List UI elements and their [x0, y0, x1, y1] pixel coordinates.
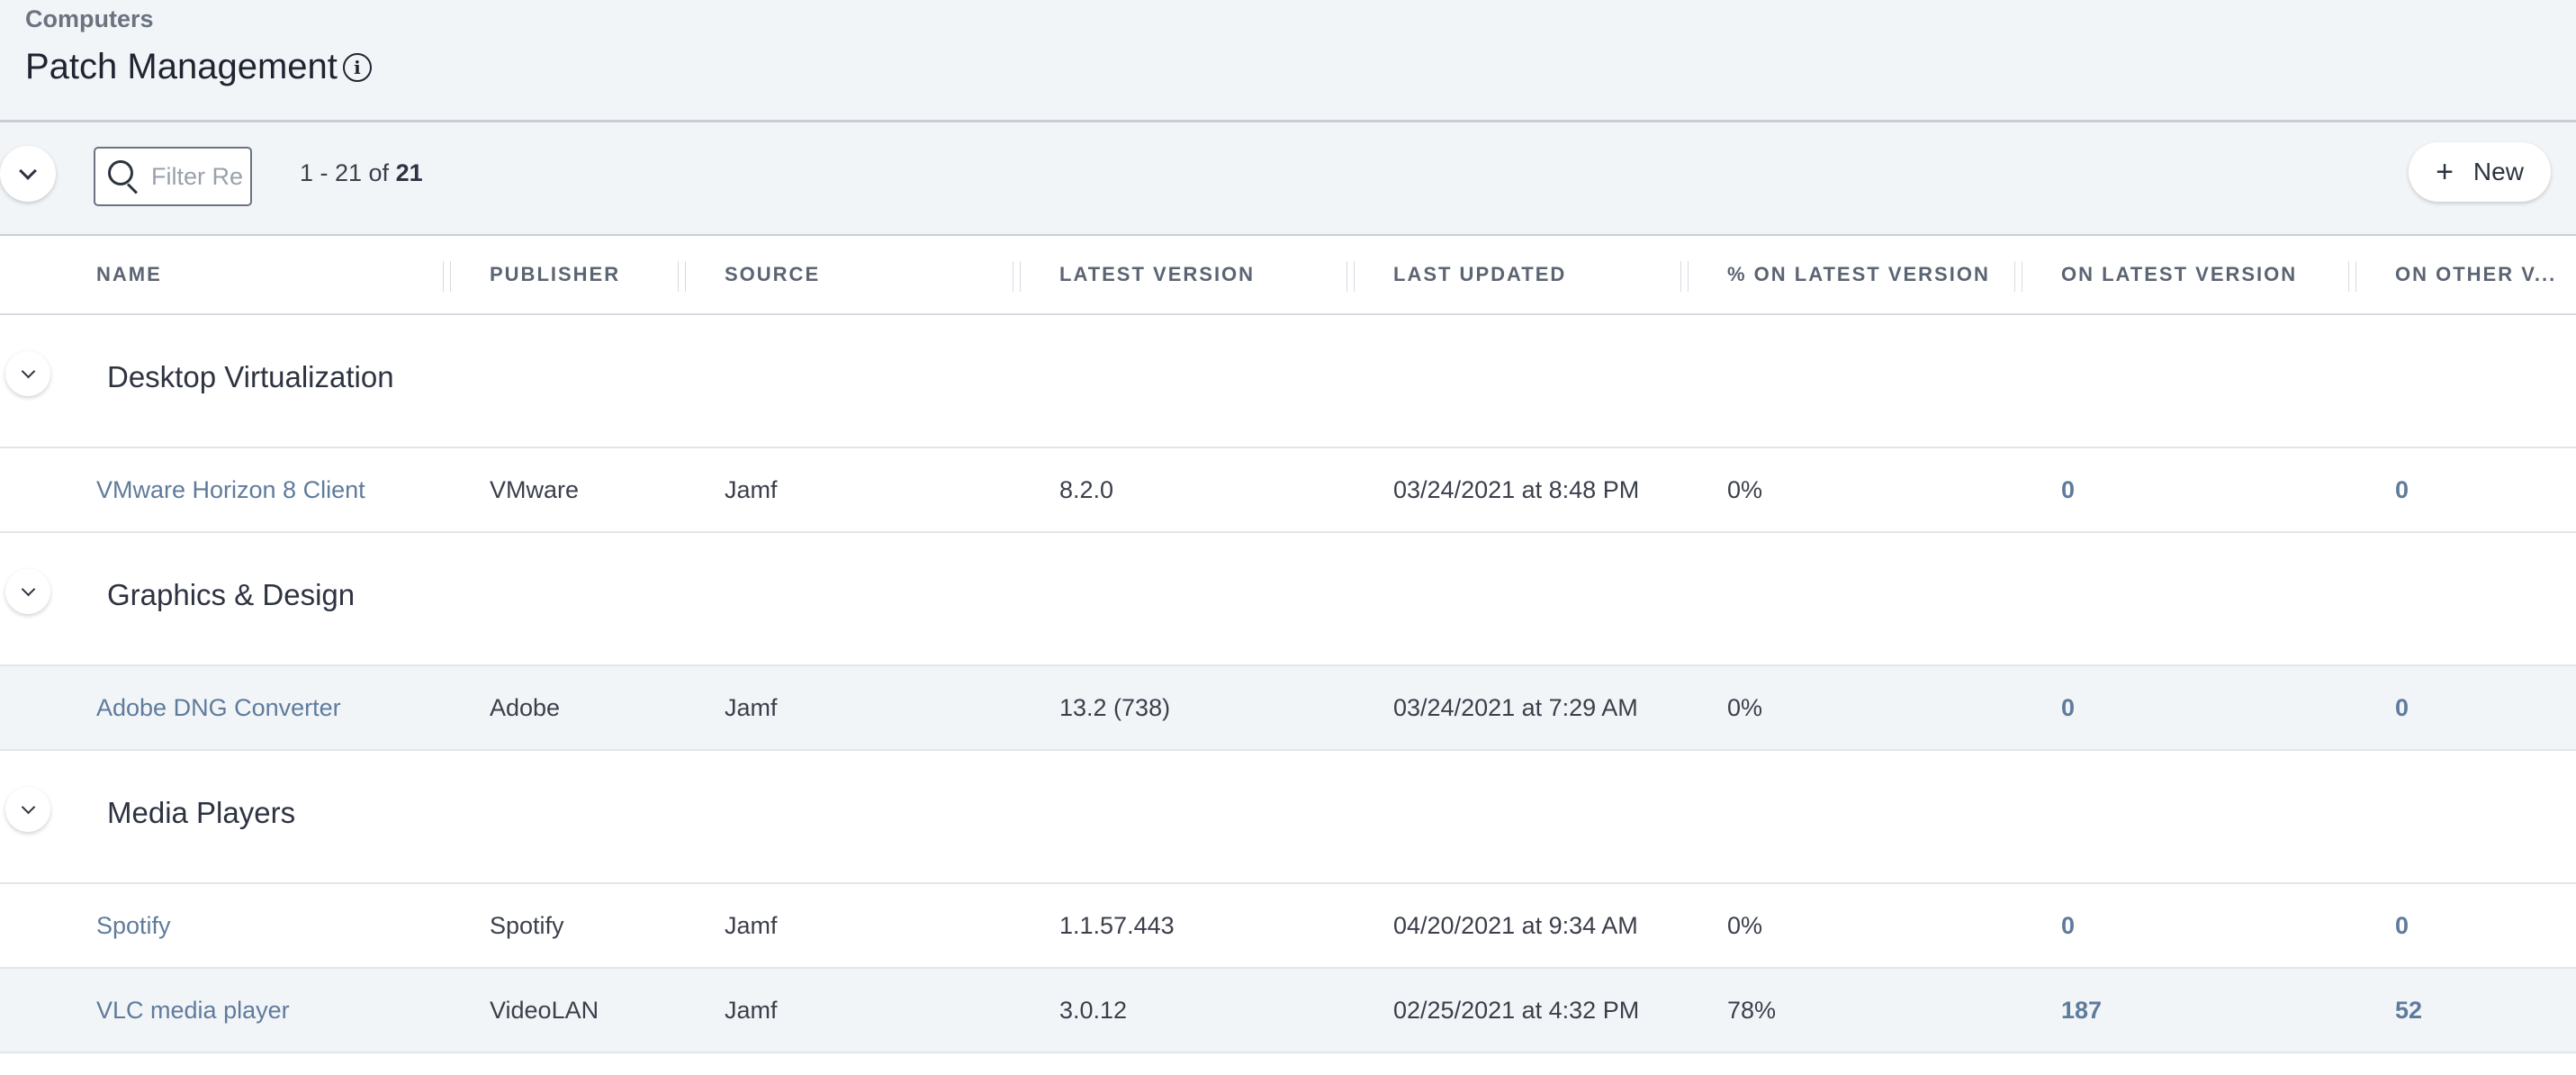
chevron-down-icon: [21, 799, 35, 815]
cell-on-latest[interactable]: 187: [2061, 969, 2102, 1052]
cell-on-latest[interactable]: 0: [2061, 448, 2075, 531]
cell-source: Jamf: [725, 476, 778, 503]
column-resizer[interactable]: [678, 261, 686, 292]
patch-management-page: Computers Patch Management i 1 - 21 of 2…: [0, 0, 2576, 1075]
cell-name[interactable]: Spotify: [96, 884, 171, 967]
group-collapse-button[interactable]: [5, 569, 50, 614]
column-header-latest-version[interactable]: LATEST VERSION: [1059, 236, 1255, 313]
chevron-down-icon: [21, 582, 35, 597]
page-title-wrap: Patch Management i: [25, 47, 372, 87]
group-row: Desktop Virtualization: [0, 315, 2576, 448]
group-name: Graphics & Design: [107, 578, 356, 611]
search-input[interactable]: [149, 161, 254, 192]
cell-last-updated: 03/24/2021 at 7:29 AM: [1393, 694, 1638, 721]
cell-latest-version: 3.0.12: [1059, 997, 1128, 1024]
cell-on-other[interactable]: 0: [2395, 448, 2409, 531]
table-row[interactable]: VLC media player VideoLAN Jamf 3.0.12 02…: [0, 969, 2576, 1053]
cell-last-updated: 02/25/2021 at 4:32 PM: [1393, 997, 1640, 1024]
cell-pct-latest: 78%: [1727, 997, 1777, 1024]
cell-on-latest[interactable]: 0: [2061, 884, 2075, 967]
column-header-pct-latest[interactable]: % ON LATEST VERSION: [1727, 236, 1990, 313]
cell-name[interactable]: VLC media player: [96, 969, 290, 1052]
new-button-label: New: [2472, 158, 2524, 185]
page-title: Patch Management: [25, 47, 338, 86]
table-row[interactable]: Adobe DNG Converter Adobe Jamf 13.2 (738…: [0, 666, 2576, 751]
column-resizer[interactable]: [1347, 261, 1355, 292]
group-row: Graphics & Design: [0, 533, 2576, 666]
cell-on-latest[interactable]: 0: [2061, 666, 2075, 749]
cell-source: Jamf: [725, 997, 778, 1024]
cell-publisher: Adobe: [490, 694, 561, 721]
result-total: 21: [395, 159, 423, 186]
column-resizer[interactable]: [443, 261, 451, 292]
cell-on-other[interactable]: 0: [2395, 666, 2409, 749]
table-row[interactable]: VMware Horizon 8 Client VMware Jamf 8.2.…: [0, 448, 2576, 533]
cell-latest-version: 1.1.57.443: [1059, 912, 1175, 939]
search-icon: [108, 160, 140, 194]
cell-publisher: Spotify: [490, 912, 564, 939]
column-header-publisher[interactable]: PUBLISHER: [490, 236, 620, 313]
column-resizer[interactable]: [2348, 261, 2356, 292]
chevron-down-icon: [19, 162, 37, 180]
group-collapse-button[interactable]: [5, 351, 50, 396]
column-resizer[interactable]: [2014, 261, 2022, 292]
group-collapse-button[interactable]: [5, 787, 50, 832]
breadcrumb[interactable]: Computers: [25, 5, 154, 33]
cell-name[interactable]: VMware Horizon 8 Client: [96, 448, 365, 531]
cell-on-other[interactable]: 0: [2395, 884, 2409, 967]
search-box[interactable]: [94, 147, 254, 206]
plus-icon: +: [2436, 154, 2454, 189]
cell-source: Jamf: [725, 694, 778, 721]
cell-publisher: VideoLAN: [490, 997, 599, 1024]
cell-pct-latest: 0%: [1727, 694, 1763, 721]
cell-pct-latest: 0%: [1727, 476, 1763, 503]
cell-name[interactable]: Adobe DNG Converter: [96, 666, 341, 749]
column-header-on-other[interactable]: ON OTHER V...: [2395, 236, 2556, 313]
group-name: Desktop Virtualization: [107, 360, 394, 393]
cell-latest-version: 8.2.0: [1059, 476, 1114, 503]
result-count: 1 - 21 of 21: [300, 159, 423, 187]
column-header-last-updated[interactable]: LAST UPDATED: [1393, 236, 1566, 313]
column-header-source[interactable]: SOURCE: [725, 236, 820, 313]
chevron-down-icon: [21, 364, 35, 379]
info-icon[interactable]: i: [342, 52, 372, 82]
page-header: Computers Patch Management i: [0, 0, 2576, 122]
cell-last-updated: 04/20/2021 at 9:34 AM: [1393, 912, 1638, 939]
new-button[interactable]: + New: [2409, 142, 2551, 202]
cell-source: Jamf: [725, 912, 778, 939]
group-name: Media Players: [107, 796, 296, 829]
cell-pct-latest: 0%: [1727, 912, 1763, 939]
cell-latest-version: 13.2 (738): [1059, 694, 1171, 721]
column-header-on-latest[interactable]: ON LATEST VERSION: [2061, 236, 2297, 313]
collapse-all-button[interactable]: [0, 146, 56, 202]
cell-last-updated: 03/24/2021 at 8:48 PM: [1393, 476, 1640, 503]
group-row: Media Players: [0, 751, 2576, 884]
toolbar: 1 - 21 of 21 + New: [0, 122, 2576, 236]
column-resizer[interactable]: [1013, 261, 1021, 292]
table-header: NAME PUBLISHER SOURCE LATEST VERSION LAS…: [0, 236, 2576, 315]
column-header-name[interactable]: NAME: [96, 236, 162, 313]
table-row[interactable]: Spotify Spotify Jamf 1.1.57.443 04/20/20…: [0, 884, 2576, 969]
result-range: 1 - 21 of: [300, 159, 396, 186]
column-resizer[interactable]: [1680, 261, 1689, 292]
cell-publisher: VMware: [490, 476, 580, 503]
cell-on-other[interactable]: 52: [2395, 969, 2422, 1052]
